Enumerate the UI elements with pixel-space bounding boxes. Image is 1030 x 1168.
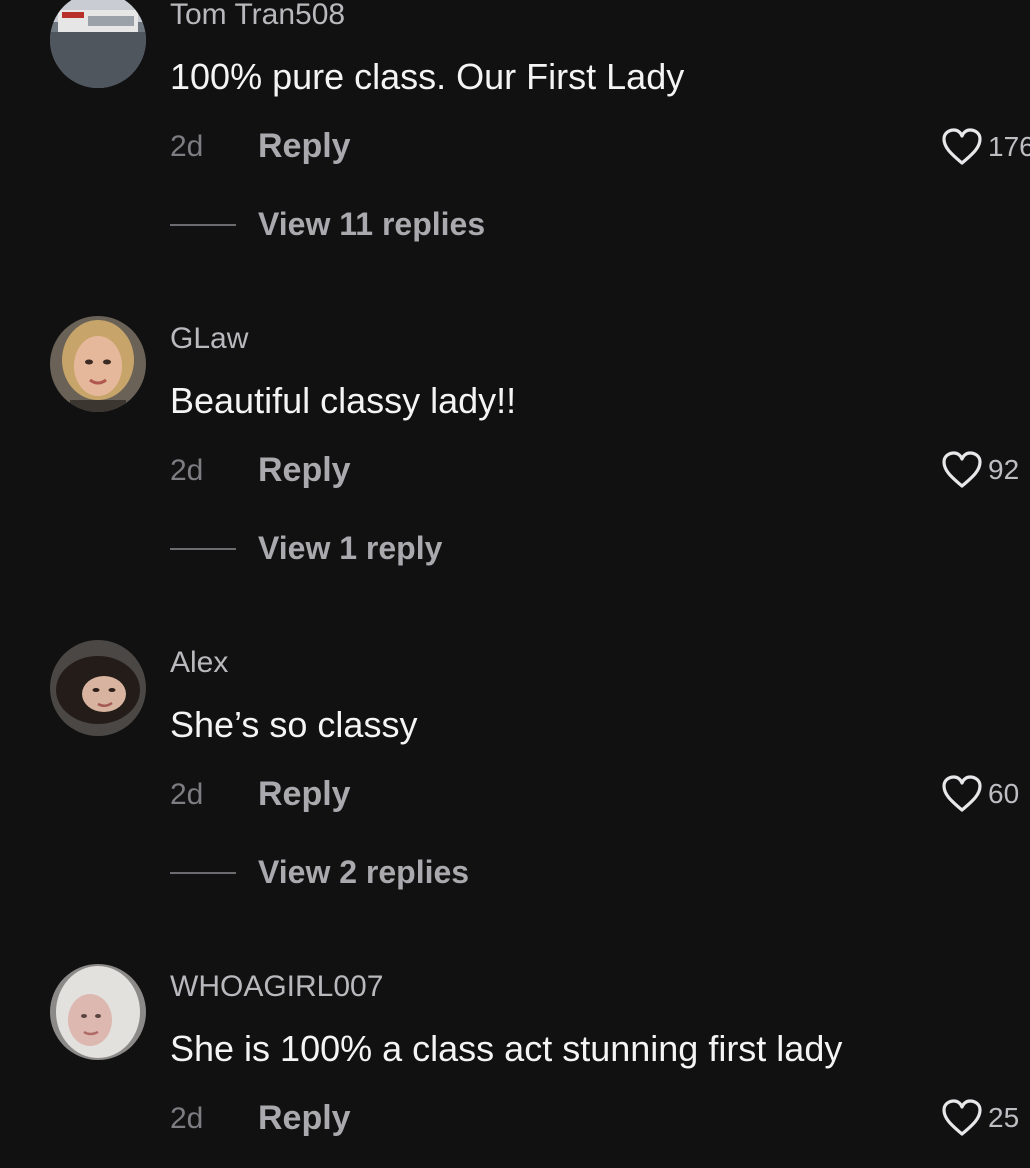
- avatar[interactable]: [50, 964, 146, 1060]
- comment-item: GLaw Beautiful classy lady!! 2d Reply 92…: [0, 316, 1030, 616]
- view-replies-button[interactable]: View 11 replies: [170, 206, 485, 243]
- comment-username[interactable]: WHOAGIRL007: [170, 970, 383, 1004]
- view-replies-button[interactable]: View 2 replies: [170, 854, 469, 891]
- heart-outline-icon: [942, 775, 982, 812]
- comment-time: 2d: [170, 778, 204, 811]
- avatar[interactable]: [50, 316, 146, 412]
- divider-line: [170, 871, 236, 874]
- avatar[interactable]: [50, 640, 146, 736]
- comment-text: Beautiful classy lady!!: [170, 380, 517, 421]
- like-button[interactable]: 176: [940, 127, 1030, 167]
- like-button[interactable]: 92: [940, 450, 1019, 490]
- avatar-photo-woman-icon: [50, 640, 146, 736]
- comment-item: Alex She’s so classy 2d Reply 60 View 2 …: [0, 640, 1030, 940]
- comment-username[interactable]: Tom Tran508: [170, 0, 345, 32]
- view-replies-button[interactable]: View 1 reply: [170, 530, 442, 567]
- heart-outline-icon: [942, 451, 982, 488]
- comment-text: She is 100% a class act stunning first l…: [170, 1028, 843, 1069]
- reply-button[interactable]: Reply: [258, 775, 351, 814]
- heart-outline-icon: [942, 1099, 982, 1136]
- view-replies-label: View 1 reply: [258, 530, 443, 566]
- view-replies-label: View 2 replies: [258, 854, 470, 890]
- like-button[interactable]: 60: [940, 774, 1019, 814]
- divider-line: [170, 223, 236, 226]
- avatar[interactable]: [50, 0, 146, 88]
- like-count: 176: [988, 131, 1030, 162]
- comment-item: Tom Tran508 100% pure class. Our First L…: [0, 0, 1030, 300]
- heart-outline-icon: [942, 128, 982, 165]
- like-button[interactable]: 25: [940, 1098, 1019, 1138]
- divider-line: [170, 547, 236, 550]
- like-count: 60: [988, 778, 1020, 809]
- comment-time: 2d: [170, 1102, 204, 1135]
- comment-text: She’s so classy: [170, 704, 418, 745]
- avatar-photo-woman-icon: [50, 316, 146, 412]
- comment-time: 2d: [170, 454, 204, 487]
- comment-time: 2d: [170, 130, 204, 163]
- comment-username[interactable]: Alex: [170, 646, 228, 680]
- comment-item: WHOAGIRL007 She is 100% a class act stun…: [0, 964, 1030, 1168]
- avatar-photo-store-icon: [50, 0, 146, 88]
- comment-username[interactable]: GLaw: [170, 322, 248, 356]
- like-count: 25: [988, 1102, 1020, 1133]
- avatar-photo-woman-icon: [50, 964, 146, 1060]
- like-count: 92: [988, 454, 1020, 485]
- reply-button[interactable]: Reply: [258, 1099, 351, 1138]
- comment-text: 100% pure class. Our First Lady: [170, 56, 685, 97]
- reply-button[interactable]: Reply: [258, 451, 351, 490]
- view-replies-label: View 11 replies: [258, 206, 486, 242]
- reply-button[interactable]: Reply: [258, 127, 351, 166]
